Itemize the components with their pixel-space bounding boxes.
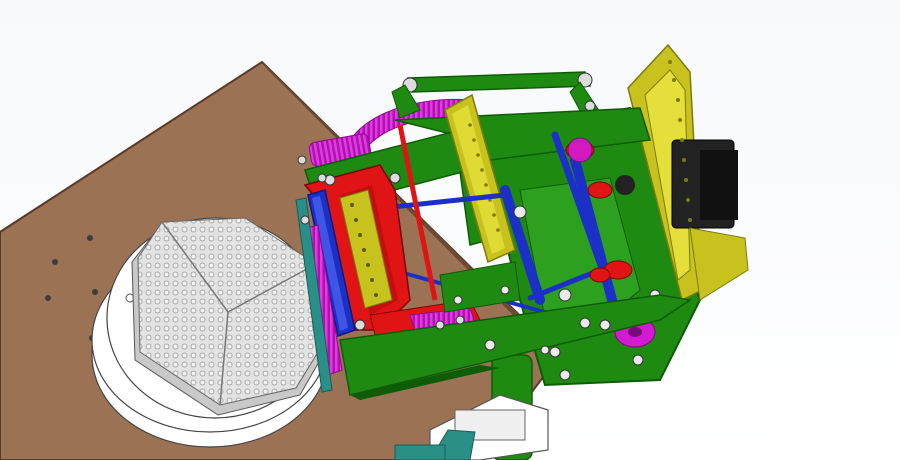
motor-hub-icon: [615, 175, 635, 195]
cad-viewport: [0, 0, 900, 460]
bolt-icon: [549, 346, 561, 358]
screw-icon: [87, 235, 93, 241]
screw-icon: [45, 295, 51, 301]
bolt-icon: [599, 319, 611, 331]
bolt-icon: [540, 345, 550, 355]
bolt-icon: [632, 354, 644, 366]
bolt-icon: [579, 317, 591, 329]
screw-icon: [92, 289, 98, 295]
screw-icon: [52, 259, 58, 265]
assembly-render: [0, 0, 900, 460]
bolt-icon: [559, 369, 571, 381]
bolt-icon: [484, 339, 496, 351]
